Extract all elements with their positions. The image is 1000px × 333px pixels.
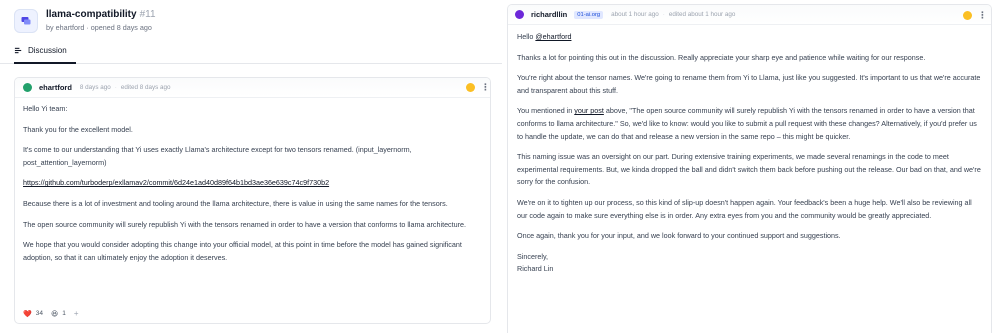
comment-edited[interactable]: edited about 1 hour ago <box>669 11 736 18</box>
mention-link[interactable]: @ehartford <box>535 32 571 41</box>
comment-paragraph: We're on it to tighten up our process, s… <box>517 197 972 220</box>
org-badge[interactable]: 01-ai.org <box>574 10 604 19</box>
discussion-icon <box>14 9 38 33</box>
comment-paragraph: Because there is a lot of investment and… <box>23 198 448 208</box>
comment-paragraph: Hello Yi team: <box>23 104 68 113</box>
more-options-icon[interactable]: ⋮ <box>481 83 490 92</box>
comment-paragraph: Thanks a lot for pointing this out in th… <box>517 52 926 62</box>
comment-paragraph: Thank you for the excellent model. <box>23 124 133 134</box>
laugh-icon: 😆 <box>50 310 59 318</box>
comment-author[interactable]: ehartford <box>39 83 72 92</box>
discussion-header: llama-compatibility #11 by ehartford · op… <box>14 8 156 33</box>
comment-header: ehartford 8 days ago · edited 8 days ago… <box>15 78 490 98</box>
commit-link[interactable]: https://github.com/turboderp/exllamav2/c… <box>23 178 329 187</box>
comment-author[interactable]: richardllin <box>531 10 567 19</box>
signoff: Sincerely, <box>517 251 549 261</box>
discussion-opened-by: by ehartford · opened 8 days ago <box>46 23 152 32</box>
reaction-count: 1 <box>62 310 66 317</box>
comment-edited[interactable]: edited 8 days ago <box>121 84 171 91</box>
avatar[interactable] <box>515 10 524 19</box>
comment-card-ehartford: ehartford 8 days ago · edited 8 days ago… <box>14 77 491 324</box>
comment-body: Hello Yi team: Thank you for the excelle… <box>15 98 490 264</box>
post-link[interactable]: your post <box>574 106 604 115</box>
comment-header: richardllin 01-ai.org about 1 hour ago ·… <box>508 5 991 25</box>
reaction-laugh[interactable]: 😆 1 <box>51 310 66 318</box>
tab-discussion[interactable]: Discussion <box>14 38 76 64</box>
greeting: Hello <box>517 32 534 41</box>
comment-time: about 1 hour ago <box>611 11 659 18</box>
discussion-title-text: llama-compatibility <box>46 9 137 20</box>
heart-icon: ❤️ <box>23 310 32 318</box>
add-reaction-icon[interactable] <box>963 11 972 20</box>
avatar[interactable] <box>23 83 32 92</box>
comment-body: Hello @ehartford Thanks a lot for pointi… <box>508 25 991 276</box>
comment-paragraph: Once again, thank you for your input, an… <box>517 231 841 241</box>
comment-paragraph: We hope that you would consider adopting… <box>23 240 462 262</box>
reaction-count: 34 <box>35 310 43 317</box>
comment-time: 8 days ago <box>79 84 111 91</box>
comment-text: You mentioned in <box>517 106 573 116</box>
meta-separator: · <box>114 84 117 91</box>
comment-paragraph: The open source community will surely re… <box>23 219 467 229</box>
discussion-tabs: Discussion <box>0 38 502 64</box>
discussion-number: #11 <box>139 9 156 20</box>
comment-card-richardllin: richardllin 01-ai.org about 1 hour ago ·… <box>507 4 992 333</box>
add-reaction-button[interactable]: + <box>74 309 79 318</box>
reaction-heart[interactable]: ❤️ 34 <box>23 310 43 318</box>
discussion-tab-icon <box>14 47 22 53</box>
comment-paragraph: You're right about the tensor names. We'… <box>517 73 981 95</box>
comment-paragraph: This naming issue was an oversight on ou… <box>517 152 981 187</box>
comment-paragraph: It's come to our understanding that Yi u… <box>23 145 412 167</box>
tab-discussion-label: Discussion <box>28 45 67 55</box>
discussion-left-panel: llama-compatibility #11 by ehartford · op… <box>0 0 502 333</box>
reactions-bar: ❤️ 34 😆 1 + <box>23 309 79 318</box>
discussion-title: llama-compatibility #11 <box>46 8 156 21</box>
more-options-icon[interactable]: ⋮ <box>978 11 987 20</box>
signature: Richard Lin <box>517 264 554 274</box>
meta-separator: · <box>662 11 665 18</box>
add-reaction-icon[interactable] <box>466 83 475 92</box>
